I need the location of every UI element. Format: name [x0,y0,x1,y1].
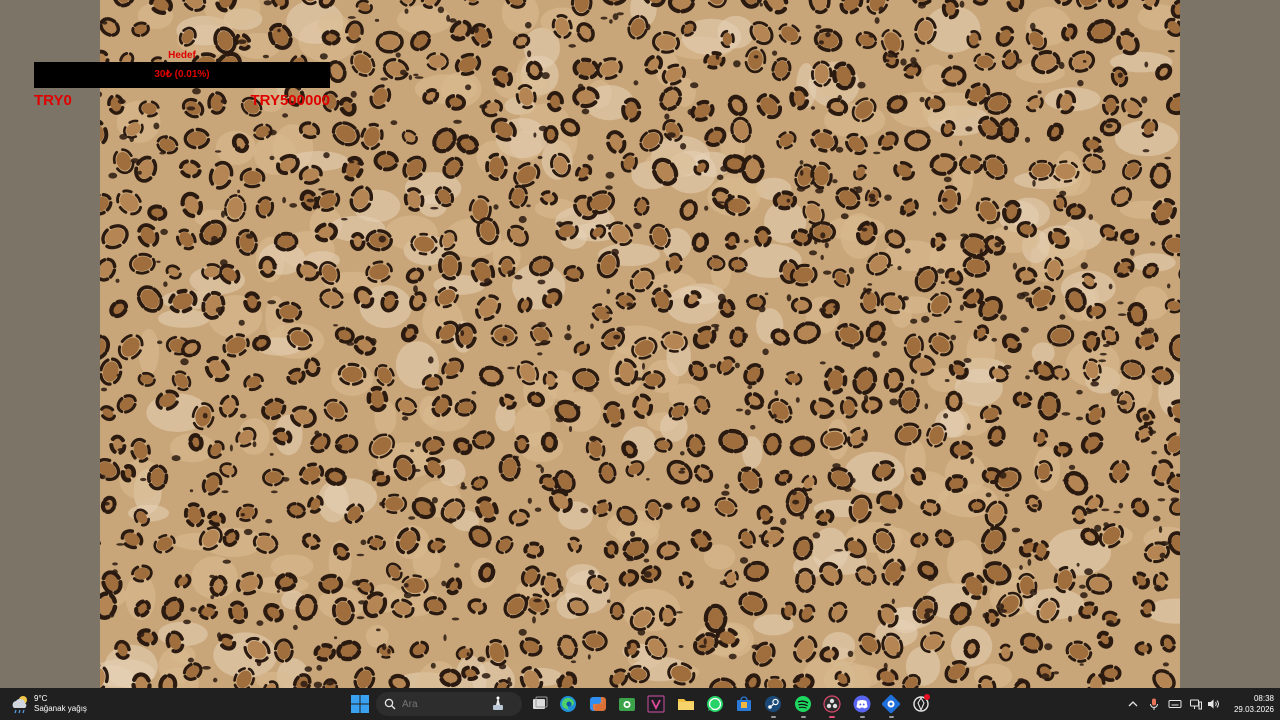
start-button[interactable] [350,694,370,714]
taskbar-search[interactable] [376,692,522,716]
steam-icon [765,696,781,712]
goal-progress-bar: 30₺ (0.01%) [34,62,330,88]
windows-logo-icon [351,695,369,713]
camera-app-icon [619,698,635,711]
taskbar-gear-app[interactable] [881,694,901,718]
volume-icon [1208,699,1219,709]
copilot-icon [590,697,606,711]
task-view-icon [533,696,548,709]
obs-icon [823,695,841,713]
taskbar-obs[interactable] [822,694,842,718]
weather-temperature: 9°C [34,694,48,703]
clock-date: 29.03.2026 [1233,705,1274,714]
tray-overflow-button[interactable] [1126,697,1140,711]
running-indicator [889,716,894,718]
goal-title: Hedef [168,50,196,61]
taskbar-discord[interactable] [852,694,872,718]
spotify-icon [795,696,811,712]
running-indicator [801,716,806,718]
chevron-up-icon [1128,701,1138,707]
taskbar-whatsapp[interactable] [705,694,725,714]
running-indicator [771,716,776,718]
whatsapp-icon [707,696,723,712]
active-indicator [829,716,835,718]
keyboard-icon [1168,700,1182,708]
weather-description: Sağanak yağış [34,704,87,713]
taskbar-steam[interactable] [763,694,783,718]
donation-goal-widget: Hedef 30₺ (0.01%) TRY0 TRY500000 [34,48,330,110]
tray-network[interactable] [1189,697,1203,711]
taskbar-copilot[interactable] [588,694,608,714]
search-highlight-icon [493,696,503,710]
rain-cloud-icon [12,696,27,714]
store-bag-icon [737,696,751,711]
taskbar-edge[interactable] [558,694,578,714]
edge-icon [560,696,576,712]
goal-max-label: TRY500000 [250,92,331,109]
taskbar-file-explorer[interactable] [676,694,696,714]
taskbar: 9°C Sağanak yağış Ara 08:38 29.03.2026 [0,688,1280,720]
search-input[interactable] [402,698,482,710]
gear-app-icon [881,694,901,714]
taskbar-camera-app[interactable] [617,694,637,714]
search-icon [384,698,396,710]
taskbar-spotify[interactable] [793,694,813,718]
folder-icon [678,699,694,710]
chatgpt-icon [913,694,930,712]
running-indicator [860,716,865,718]
taskbar-chatgpt[interactable] [911,694,931,714]
goal-min-label: TRY0 [34,92,72,109]
taskbar-visual-studio[interactable] [646,694,666,714]
discord-icon [853,695,871,713]
taskbar-store[interactable] [734,694,754,714]
tray-microphone[interactable] [1147,697,1161,711]
visual-studio-icon [647,695,665,713]
clock-time: 08:38 [1253,694,1274,703]
taskbar-clock[interactable]: 08:38 29.03.2026 [1224,693,1274,715]
goal-progress-label: 30₺ (0.01%) [154,69,210,80]
weather-widget[interactable]: 9°C Sağanak yağış [10,692,87,716]
microphone-icon [1150,698,1158,710]
network-icon [1190,699,1202,710]
task-view-button[interactable] [530,694,550,714]
notification-badge-icon [924,694,930,700]
tray-keyboard[interactable] [1168,697,1182,711]
tray-volume[interactable] [1206,697,1220,711]
